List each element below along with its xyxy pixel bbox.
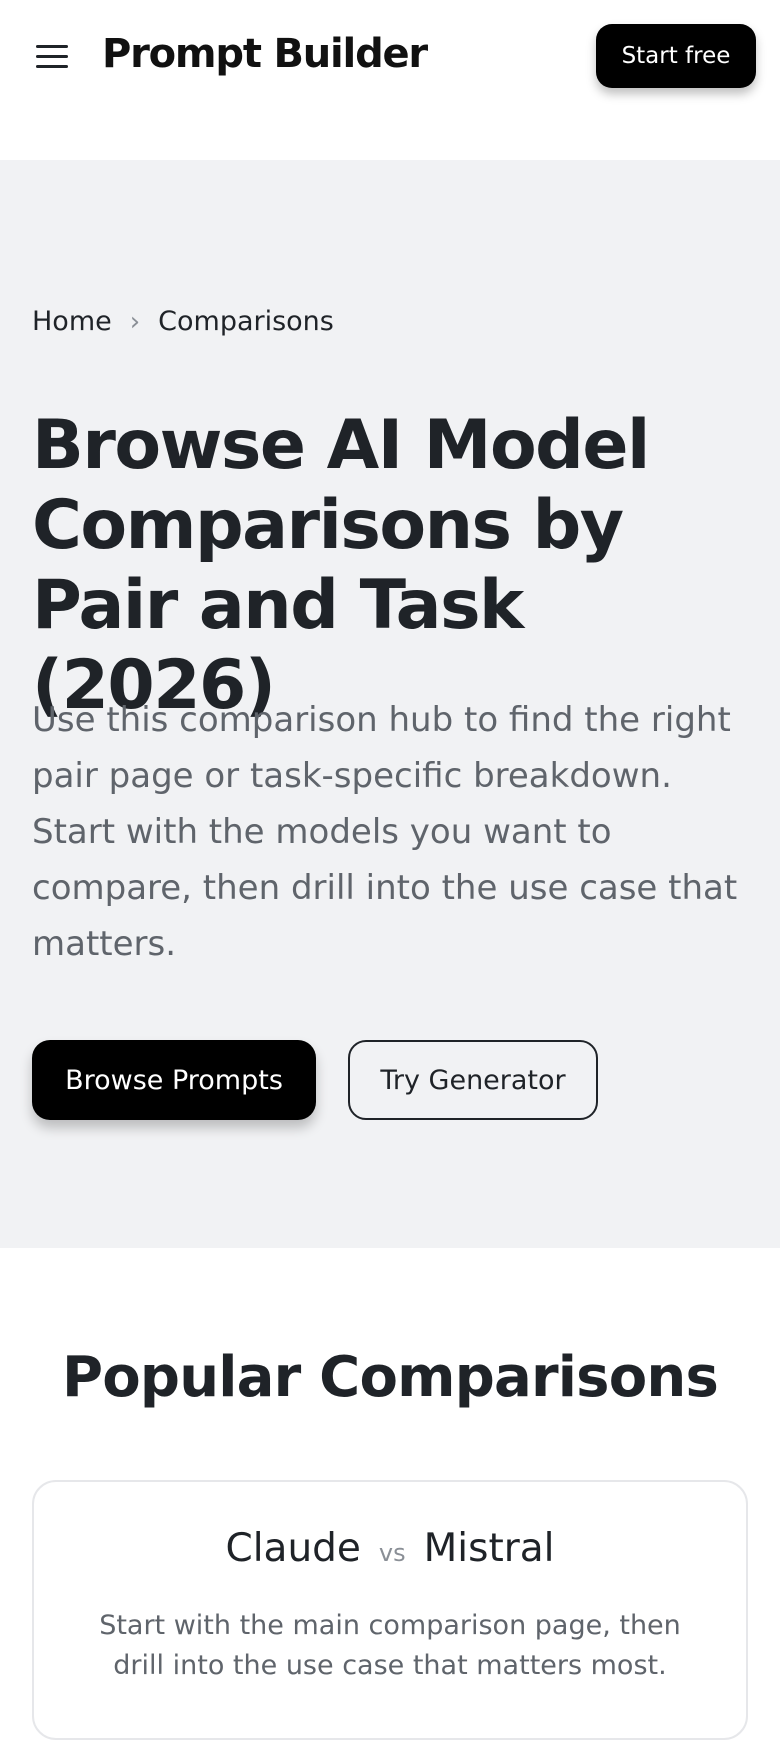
breadcrumb: Home › Comparisons [32, 306, 334, 337]
menu-line [36, 54, 68, 58]
popular-comparisons-heading: Popular Comparisons [62, 1345, 719, 1410]
hamburger-menu-icon[interactable] [36, 36, 76, 76]
chevron-right-icon: › [129, 306, 141, 337]
breadcrumb-home-link[interactable]: Home [32, 306, 112, 337]
site-header: Prompt Builder Start free [0, 0, 780, 160]
hero-section: Home › Comparisons Browse AI Model Compa… [0, 160, 780, 1248]
comparison-card-title: Claude vs Mistral [34, 1526, 746, 1571]
comparison-card-description: Start with the main comparison page, the… [99, 1610, 681, 1681]
menu-line [36, 44, 68, 48]
start-free-button[interactable]: Start free [596, 24, 756, 88]
browse-prompts-button[interactable]: Browse Prompts [32, 1040, 316, 1120]
vs-label: vs [378, 1539, 406, 1567]
page-title: Browse AI Model Comparisons by Pair and … [32, 406, 650, 725]
try-generator-button[interactable]: Try Generator [348, 1040, 598, 1120]
model-b-name: Mistral [423, 1526, 555, 1571]
breadcrumb-current: Comparisons [158, 306, 334, 337]
hero-description: Use this comparison hub to find the righ… [32, 700, 738, 964]
menu-line [36, 64, 68, 68]
site-logo[interactable]: Prompt Builder [102, 28, 428, 80]
comparison-card[interactable]: Claude vs Mistral Start with the main co… [32, 1480, 748, 1740]
model-a-name: Claude [225, 1526, 361, 1571]
